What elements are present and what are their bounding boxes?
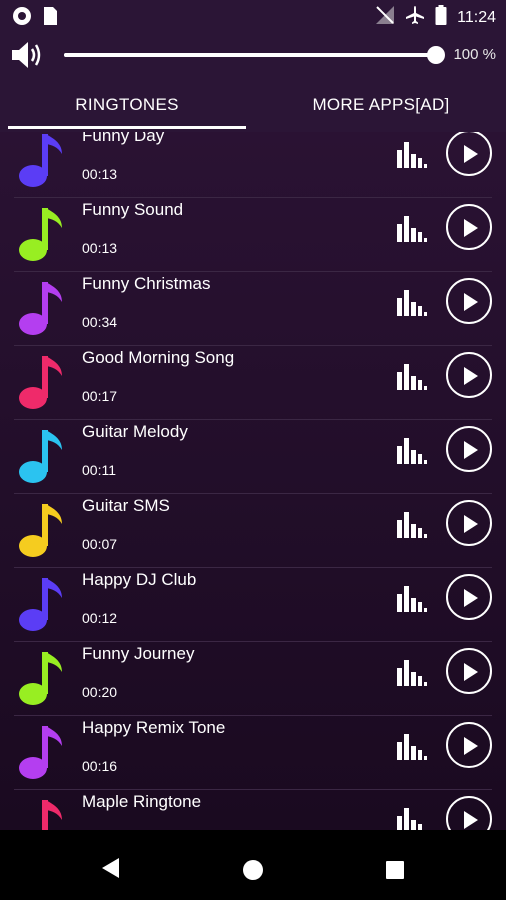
tab-ringtones[interactable]: RINGTONES <box>8 78 246 132</box>
music-note-icon <box>18 648 64 706</box>
equalizer-icon[interactable] <box>396 658 428 690</box>
circle-icon <box>12 6 32 31</box>
ringtone-duration: 00:13 <box>82 166 118 182</box>
ringtone-title: Funny Day <box>82 132 165 145</box>
music-note-icon <box>18 204 64 262</box>
music-note-icon <box>18 574 64 632</box>
play-button[interactable] <box>446 796 492 830</box>
play-button[interactable] <box>446 278 492 324</box>
ringtone-row[interactable]: Happy Remix Tone 00:16 <box>14 716 492 790</box>
play-button[interactable] <box>446 204 492 250</box>
volume-slider-thumb[interactable] <box>427 46 445 64</box>
volume-row: 100 % <box>0 32 506 78</box>
volume-slider-fill <box>64 53 436 57</box>
ringtone-title: Good Morning Song <box>82 348 235 367</box>
music-note-icon <box>18 278 64 336</box>
play-icon <box>464 811 478 829</box>
equalizer-icon[interactable] <box>396 584 428 616</box>
ringtone-title: Funny Sound <box>82 200 184 219</box>
ringtone-title: Guitar SMS <box>82 496 170 515</box>
play-icon <box>464 515 478 533</box>
music-note-icon <box>18 352 64 410</box>
play-button[interactable] <box>446 132 492 176</box>
play-icon <box>464 663 478 681</box>
tab-bar: RINGTONES MORE APPS[AD] <box>0 78 506 132</box>
play-button[interactable] <box>446 500 492 546</box>
ringtone-title: Funny Journey <box>82 644 195 663</box>
no-signal-icon <box>375 5 395 30</box>
play-icon <box>464 293 478 311</box>
ringtone-duration: 00:07 <box>82 536 118 552</box>
music-note-icon <box>18 500 64 558</box>
play-icon <box>464 145 478 163</box>
ringtone-row[interactable]: Good Morning Song 00:17 <box>14 346 492 420</box>
ringtone-duration: 00:20 <box>82 684 118 700</box>
battery-icon <box>435 5 447 30</box>
play-icon <box>464 367 478 385</box>
ringtone-duration: 00:11 <box>82 462 116 478</box>
volume-percent: 100 % <box>453 46 496 63</box>
ringtone-row[interactable]: Guitar Melody 00:11 <box>14 420 492 494</box>
ringtone-duration: 00:13 <box>82 240 118 256</box>
back-icon[interactable] <box>100 857 120 884</box>
ringtone-duration: 00:12 <box>82 610 118 626</box>
play-button[interactable] <box>446 352 492 398</box>
equalizer-icon[interactable] <box>396 140 428 172</box>
ringtone-title: Happy Remix Tone <box>82 718 226 737</box>
equalizer-icon[interactable] <box>396 362 428 394</box>
play-icon <box>464 219 478 237</box>
sim-card-icon <box>42 6 58 31</box>
ringtone-row[interactable]: Maple Ringtone <box>14 790 492 830</box>
ringtone-row[interactable]: Funny Journey 00:20 <box>14 642 492 716</box>
ringtone-row[interactable]: Funny Christmas 00:34 <box>14 272 492 346</box>
status-bar: 11:24 <box>0 0 506 32</box>
ringtone-title: Guitar Melody <box>82 422 188 441</box>
play-icon <box>464 441 478 459</box>
music-note-icon <box>18 796 64 830</box>
home-icon[interactable] <box>243 860 263 885</box>
play-button[interactable] <box>446 722 492 768</box>
ringtone-row[interactable]: Happy DJ Club 00:12 <box>14 568 492 642</box>
play-icon <box>464 737 478 755</box>
ringtone-duration: 00:16 <box>82 758 118 774</box>
navigation-bar <box>0 830 506 900</box>
ringtone-title: Funny Christmas <box>82 274 211 293</box>
ringtone-row[interactable]: Funny Sound 00:13 <box>14 198 492 272</box>
airplane-icon <box>405 5 425 30</box>
equalizer-icon[interactable] <box>396 288 428 320</box>
music-note-icon <box>18 722 64 780</box>
play-button[interactable] <box>446 648 492 694</box>
play-button[interactable] <box>446 426 492 472</box>
tab-more-apps[interactable]: MORE APPS[AD] <box>256 78 506 132</box>
ringtone-row[interactable]: Funny Day 00:13 <box>14 132 492 198</box>
volume-slider[interactable] <box>64 46 445 64</box>
equalizer-icon[interactable] <box>396 436 428 468</box>
music-note-icon <box>18 426 64 484</box>
speaker-icon[interactable] <box>10 40 46 75</box>
play-icon <box>464 589 478 607</box>
ringtone-title: Maple Ringtone <box>82 792 202 811</box>
equalizer-icon[interactable] <box>396 732 428 764</box>
equalizer-icon[interactable] <box>396 510 428 542</box>
ringtone-title: Happy DJ Club <box>82 570 197 589</box>
ringtone-list[interactable]: Funny Day 00:13 Funny Sound 00:13 Funny Chri… <box>0 132 506 830</box>
ringtone-row[interactable]: Guitar SMS 00:07 <box>14 494 492 568</box>
ringtone-duration: 00:34 <box>82 314 118 330</box>
equalizer-icon[interactable] <box>396 806 428 830</box>
recents-icon[interactable] <box>386 861 404 884</box>
equalizer-icon[interactable] <box>396 214 428 246</box>
play-button[interactable] <box>446 574 492 620</box>
status-time: 11:24 <box>457 8 496 26</box>
music-note-icon <box>18 132 64 188</box>
active-tab-indicator <box>8 126 246 129</box>
ringtone-duration: 00:17 <box>82 388 118 404</box>
